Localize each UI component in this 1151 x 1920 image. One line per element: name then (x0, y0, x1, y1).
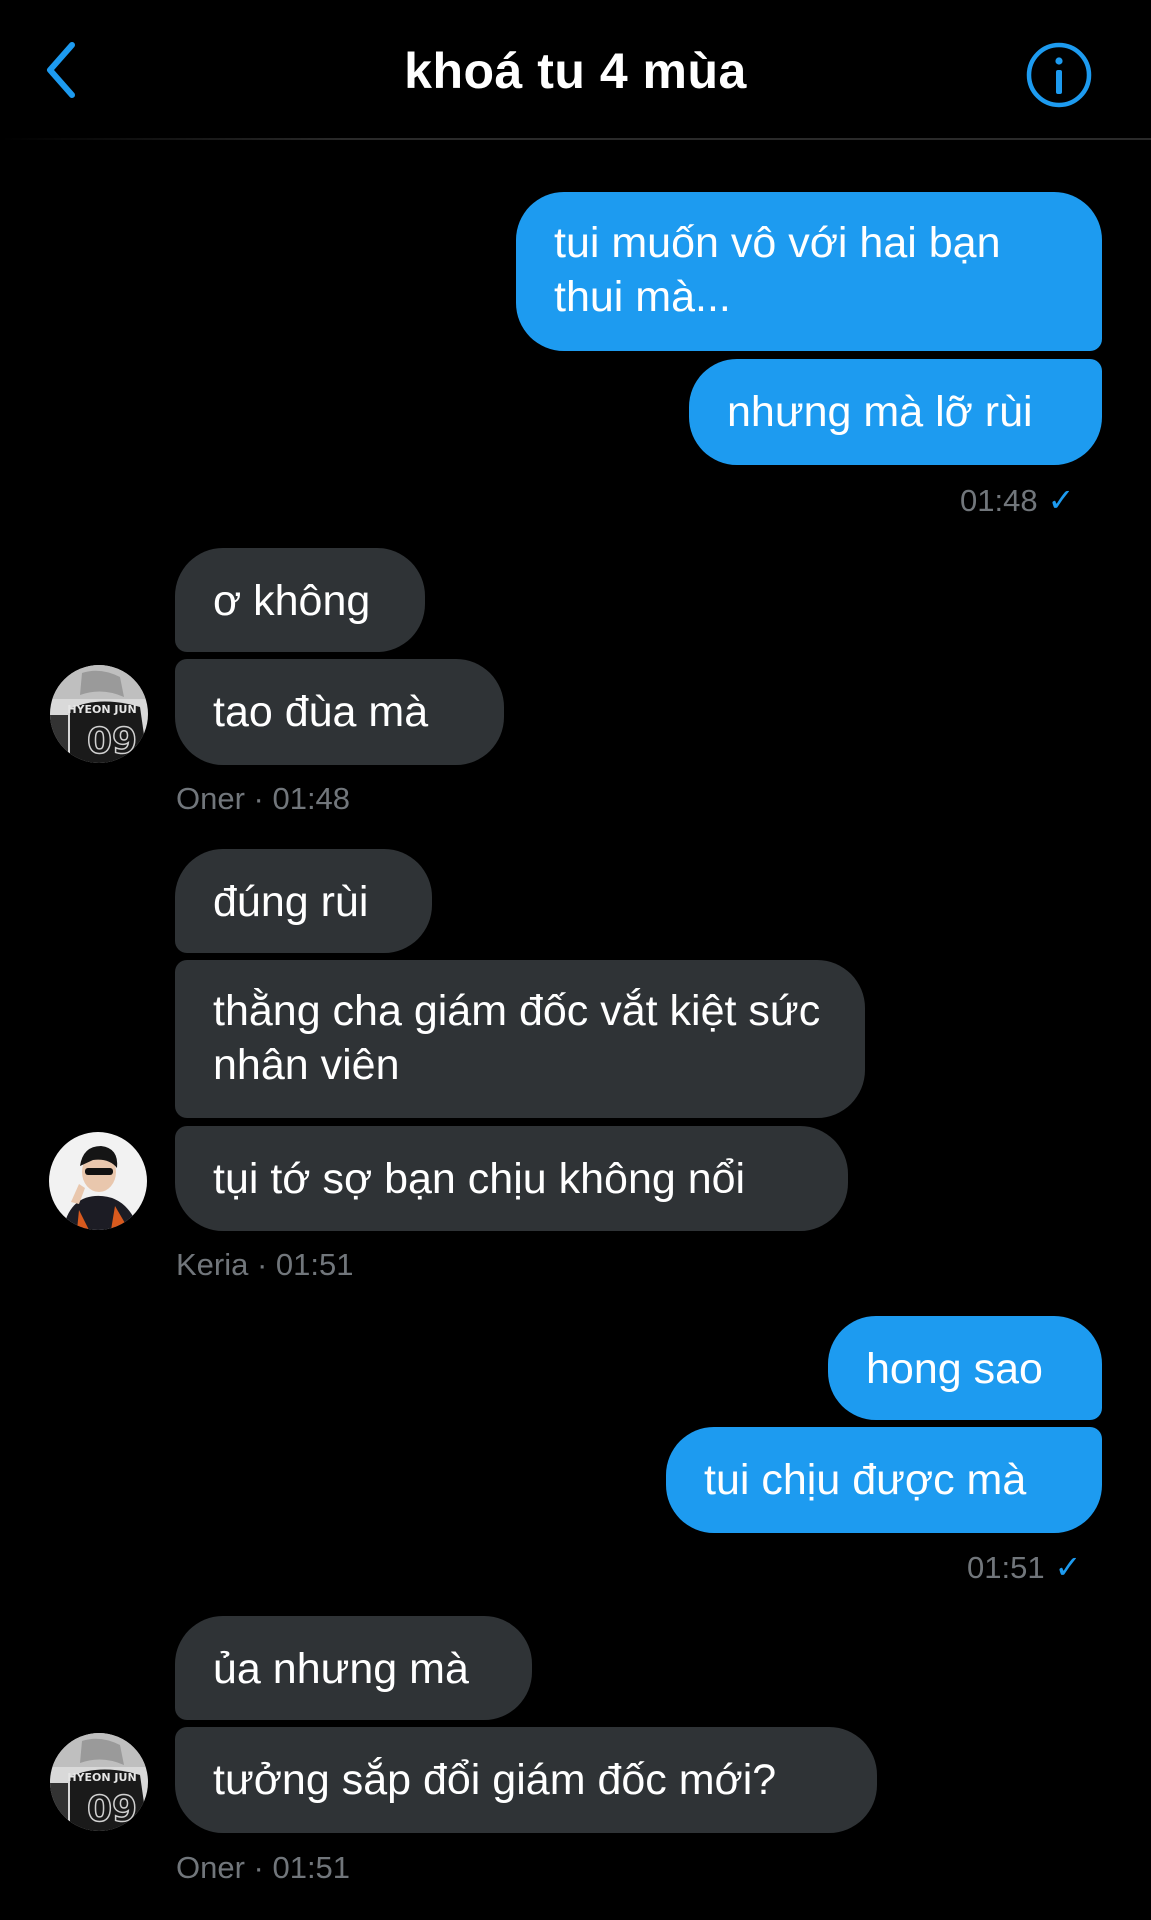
message-bubble-incoming[interactable]: thằng cha giám đốc vắt kiệt sức nhân viê… (175, 960, 865, 1118)
jersey-name: HYEON JUN (67, 1771, 136, 1784)
message-timestamp: 01:51 ✓ (967, 1548, 1081, 1586)
jersey-number: 09 (87, 1789, 137, 1830)
timestamp-text: 01:48 (960, 483, 1038, 518)
check-icon: ✓ (1047, 482, 1075, 518)
info-button[interactable] (1024, 40, 1094, 110)
message-bubble-incoming[interactable]: ơ không (175, 548, 425, 652)
message-bubble-incoming[interactable]: tao đùa mà (175, 659, 504, 765)
chat-header: khoá tu 4 mùa (0, 0, 1151, 140)
info-icon (1026, 42, 1092, 108)
message-timestamp: 01:48 ✓ (960, 481, 1074, 519)
sender-timestamp: Oner · 01:51 (176, 1850, 351, 1885)
message-bubble-incoming[interactable]: tụi tớ sợ bạn chịu không nổi (175, 1126, 848, 1231)
jersey-name: HYEON JUN (67, 703, 136, 716)
header-divider (0, 138, 1151, 140)
jersey-number: 09 (87, 721, 137, 762)
message-bubble-outgoing[interactable]: nhưng mà lỡ rùi (689, 359, 1102, 465)
sender-timestamp: Oner · 01:48 (176, 781, 351, 816)
check-icon: ✓ (1054, 1549, 1082, 1585)
avatar-keria[interactable] (49, 1132, 147, 1230)
avatar-oner[interactable]: HYEON JUN 09 (50, 1733, 148, 1831)
oner-avatar-image: HYEON JUN 09 (50, 665, 148, 763)
message-bubble-incoming[interactable]: tưởng sắp đổi giám đốc mới? (175, 1727, 877, 1833)
conversation-title[interactable]: khoá tu 4 mùa (0, 42, 1151, 100)
avatar-oner[interactable]: HYEON JUN 09 (50, 665, 148, 763)
keria-avatar-image (49, 1132, 147, 1230)
message-bubble-incoming[interactable]: ủa nhưng mà (175, 1616, 532, 1720)
sender-timestamp: Keria · 01:51 (176, 1247, 354, 1282)
message-bubble-outgoing[interactable]: hong sao (828, 1316, 1102, 1420)
message-bubble-incoming[interactable]: đúng rùi (175, 849, 432, 953)
timestamp-text: 01:51 (967, 1550, 1045, 1585)
oner-avatar-image: HYEON JUN 09 (50, 1733, 148, 1831)
message-bubble-outgoing[interactable]: tui muốn vô với hai bạn thui mà... (516, 192, 1102, 351)
message-bubble-outgoing[interactable]: tui chịu được mà (666, 1427, 1102, 1533)
